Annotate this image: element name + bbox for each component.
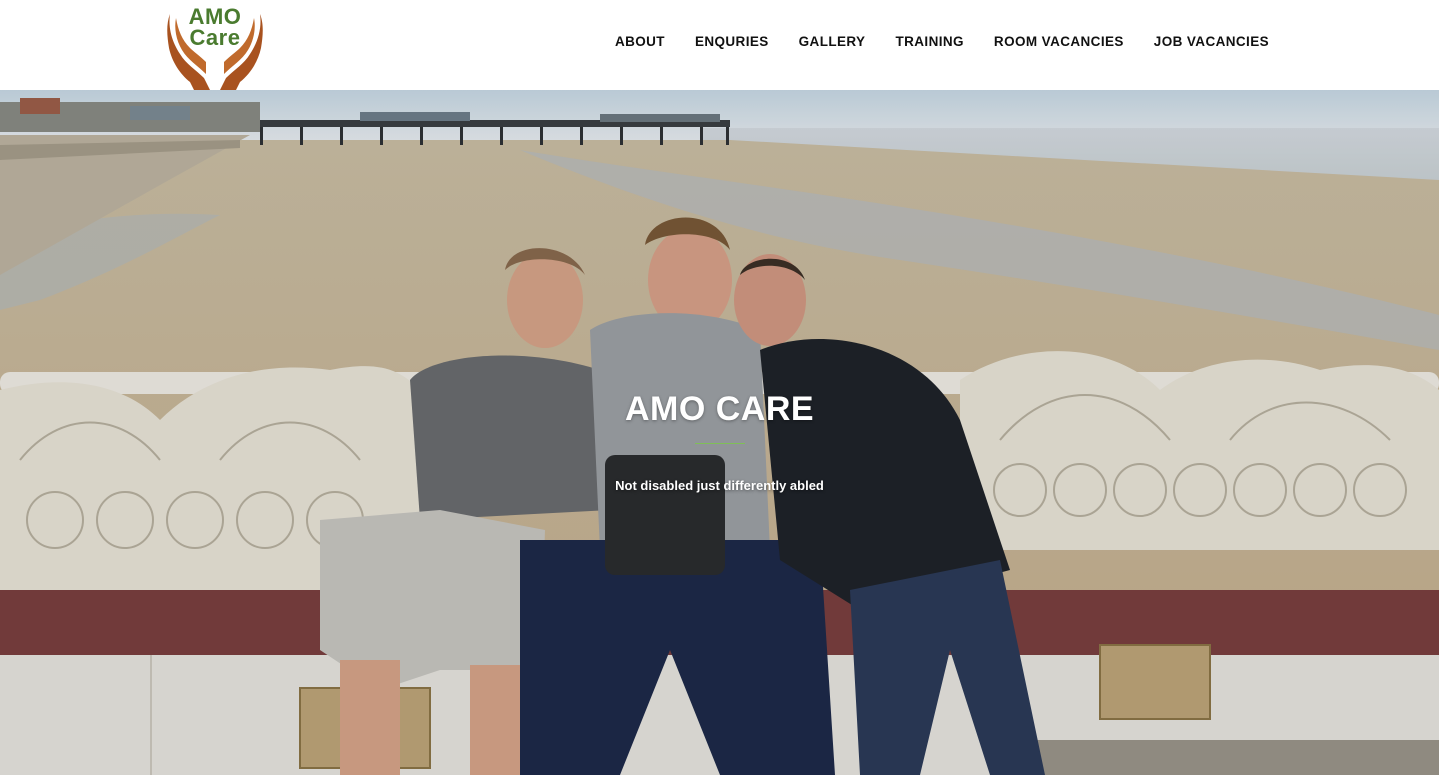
- hero-subtitle: Not disabled just differently abled: [615, 478, 824, 493]
- site-logo[interactable]: AMO Care: [166, 4, 264, 90]
- nav-job-vacancies[interactable]: JOB VACANCIES: [1154, 34, 1269, 49]
- main-nav: ABOUT ENQURIES GALLERY TRAINING ROOM VAC…: [615, 34, 1269, 49]
- hero-divider: [694, 443, 745, 444]
- hero-title: AMO CARE: [624, 390, 815, 428]
- nav-enquries[interactable]: ENQURIES: [695, 34, 769, 49]
- nav-gallery[interactable]: GALLERY: [799, 34, 866, 49]
- hero-text: AMO CARE Not disabled just differently a…: [0, 390, 1439, 493]
- site-header: AMO Care ABOUT ENQURIES GALLERY TRAINING…: [0, 0, 1439, 90]
- hero-banner: AMO CARE Not disabled just differently a…: [0, 90, 1439, 775]
- nav-training[interactable]: TRAINING: [895, 34, 963, 49]
- logo-line2: Care: [189, 25, 241, 50]
- nav-about[interactable]: ABOUT: [615, 34, 665, 49]
- nav-room-vacancies[interactable]: ROOM VACANCIES: [994, 34, 1124, 49]
